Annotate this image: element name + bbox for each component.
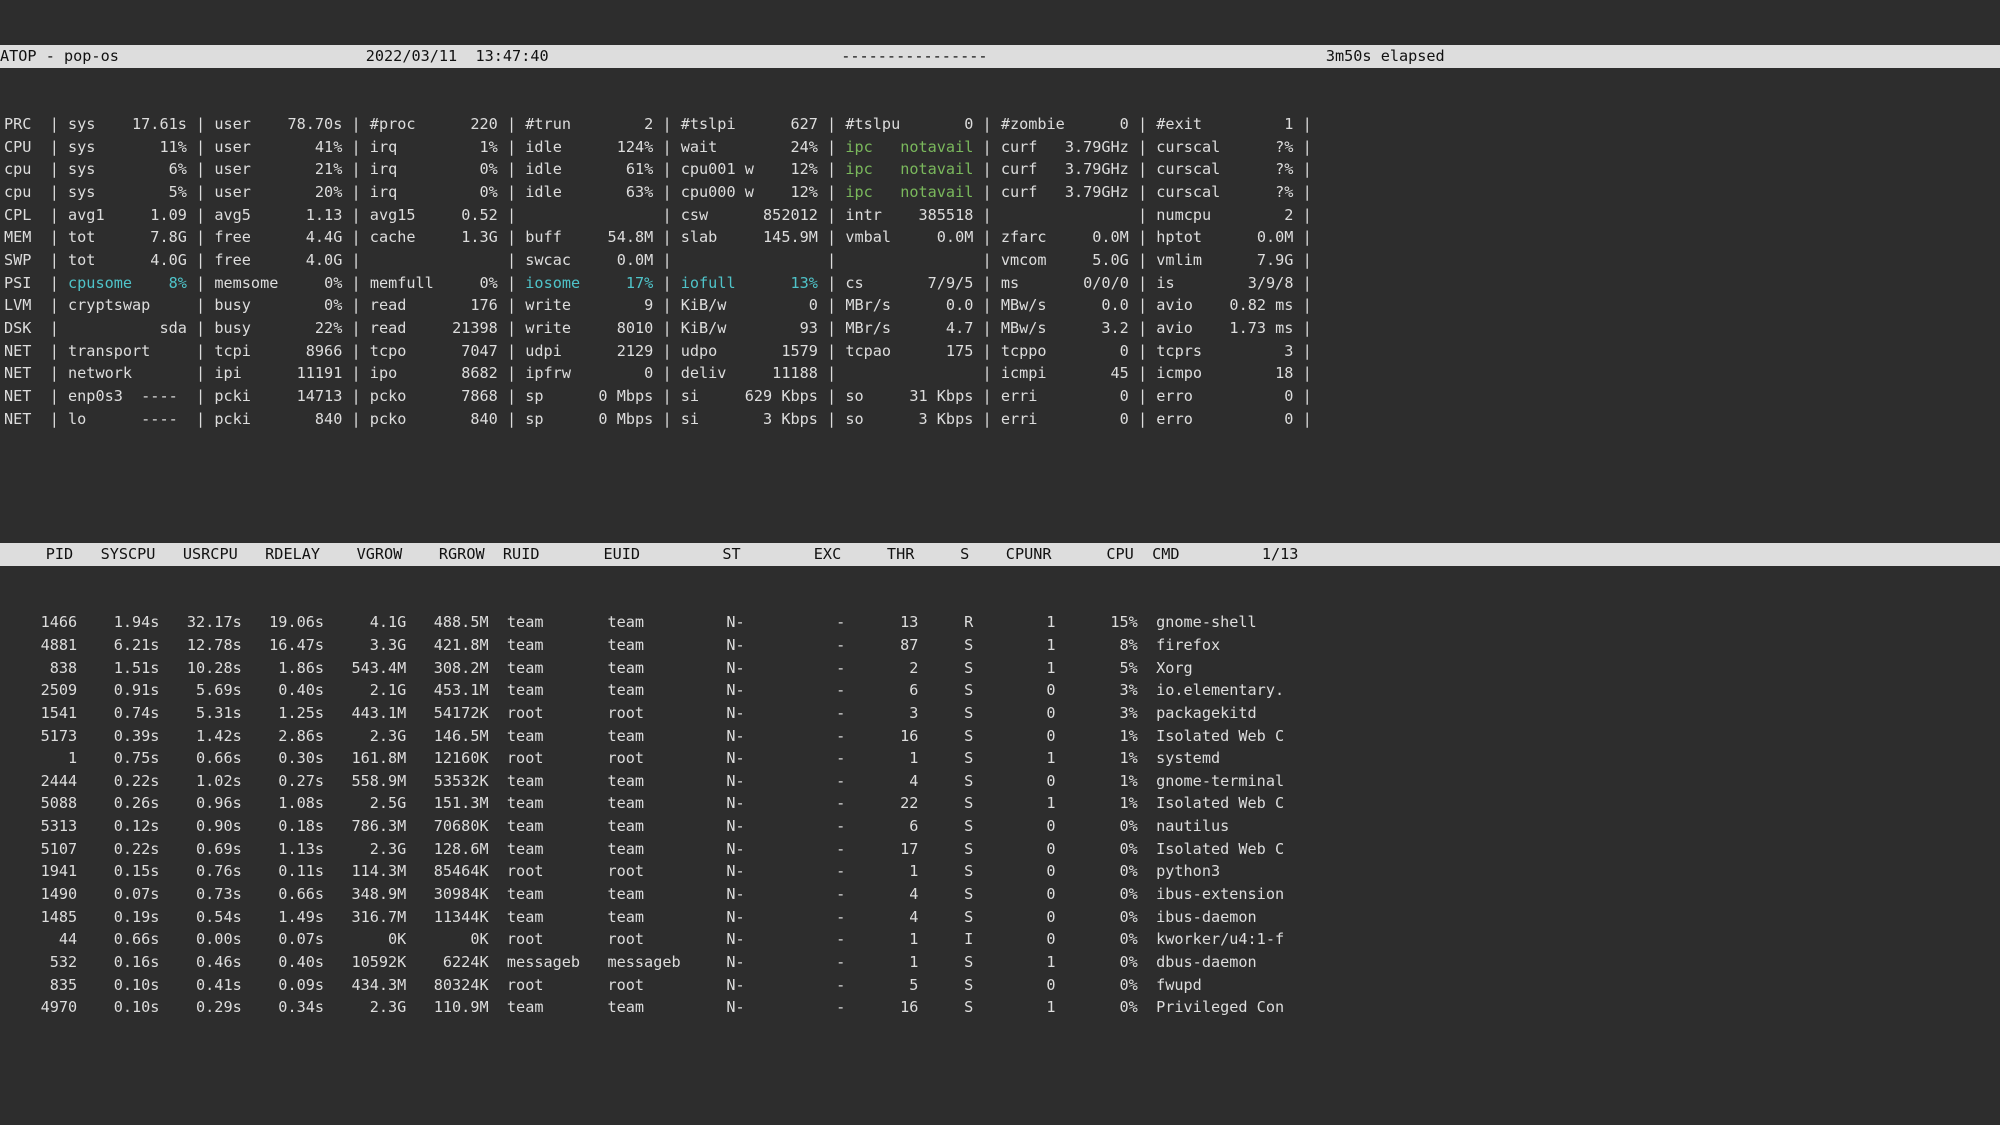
- process-row: 5088 0.26s 0.96s 1.08s 2.5G 151.3M team …: [0, 792, 2000, 815]
- sys-row: PRC | sys 17.61s | user 78.70s | #proc 2…: [0, 113, 2000, 136]
- process-row: 4970 0.10s 0.29s 0.34s 2.3G 110.9M team …: [0, 996, 2000, 1019]
- sys-row: PSI | cpusome 8% | memsome 0% | memfull …: [0, 272, 2000, 295]
- sys-row: MEM | tot 7.8G | free 4.4G | cache 1.3G …: [0, 226, 2000, 249]
- process-row: 835 0.10s 0.41s 0.09s 434.3M 80324K root…: [0, 974, 2000, 997]
- sys-row: cpu | sys 5% | user 20% | irq 0% | idle …: [0, 181, 2000, 204]
- sys-row: NET | transport | tcpi 8966 | tcpo 7047 …: [0, 340, 2000, 363]
- blank-row: [0, 475, 2000, 498]
- sys-row: CPU | sys 11% | user 41% | irq 1% | idle…: [0, 136, 2000, 159]
- sys-row: cpu | sys 6% | user 21% | irq 0% | idle …: [0, 158, 2000, 181]
- process-row: 5107 0.22s 0.69s 1.13s 2.3G 128.6M team …: [0, 838, 2000, 861]
- process-row: 532 0.16s 0.46s 0.40s 10592K 6224K messa…: [0, 951, 2000, 974]
- process-row: 838 1.51s 10.28s 1.86s 543.4M 308.2M tea…: [0, 657, 2000, 680]
- system-stats: PRC | sys 17.61s | user 78.70s | #proc 2…: [0, 113, 2000, 430]
- sys-row: SWP | tot 4.0G | free 4.0G | | swcac 0.0…: [0, 249, 2000, 272]
- process-row: 5173 0.39s 1.42s 2.86s 2.3G 146.5M team …: [0, 725, 2000, 748]
- sys-row: NET | network | ipi 11191 | ipo 8682 | i…: [0, 362, 2000, 385]
- top-bar: ATOP - pop-os 2022/03/11 13:47:40 ------…: [0, 45, 2000, 68]
- process-row: 4881 6.21s 12.78s 16.47s 3.3G 421.8M tea…: [0, 634, 2000, 657]
- sys-row: NET | enp0s3 ---- | pcki 14713 | pcko 78…: [0, 385, 2000, 408]
- process-row: 1941 0.15s 0.76s 0.11s 114.3M 85464K roo…: [0, 860, 2000, 883]
- process-list: 1466 1.94s 32.17s 19.06s 4.1G 488.5M tea…: [0, 611, 2000, 1019]
- process-row: 5313 0.12s 0.90s 0.18s 786.3M 70680K tea…: [0, 815, 2000, 838]
- process-row: 1 0.75s 0.66s 0.30s 161.8M 12160K root r…: [0, 747, 2000, 770]
- process-header: PID SYSCPU USRCPU RDELAY VGROW RGROW RUI…: [0, 543, 2000, 566]
- sys-row: CPL | avg1 1.09 | avg5 1.13 | avg15 0.52…: [0, 204, 2000, 227]
- process-row: 1466 1.94s 32.17s 19.06s 4.1G 488.5M tea…: [0, 611, 2000, 634]
- process-row: 2509 0.91s 5.69s 0.40s 2.1G 453.1M team …: [0, 679, 2000, 702]
- sys-row: DSK | sda | busy 22% | read 21398 | writ…: [0, 317, 2000, 340]
- process-row: 1485 0.19s 0.54s 1.49s 316.7M 11344K tea…: [0, 906, 2000, 929]
- sys-row: NET | lo ---- | pcki 840 | pcko 840 | sp…: [0, 408, 2000, 431]
- process-row: 1541 0.74s 5.31s 1.25s 443.1M 54172K roo…: [0, 702, 2000, 725]
- sys-row: LVM | cryptswap | busy 0% | read 176 | w…: [0, 294, 2000, 317]
- process-row: 2444 0.22s 1.02s 0.27s 558.9M 53532K tea…: [0, 770, 2000, 793]
- process-row: 1490 0.07s 0.73s 0.66s 348.9M 30984K tea…: [0, 883, 2000, 906]
- process-row: 44 0.66s 0.00s 0.07s 0K 0K root root N- …: [0, 928, 2000, 951]
